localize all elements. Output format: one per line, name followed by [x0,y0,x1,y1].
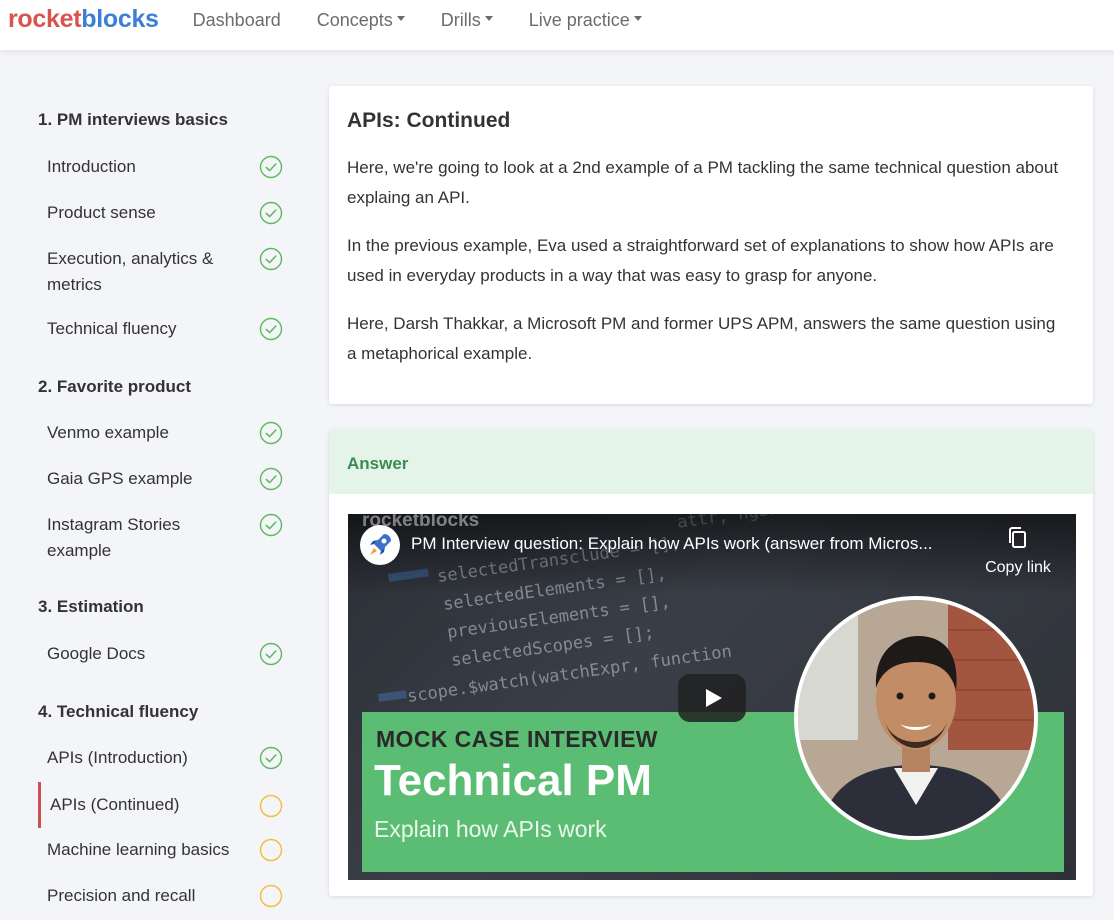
answer-card: Answer selectedTransclude = [], selected… [329,430,1093,896]
intro-paragraph: In the previous example, Eva used a stra… [347,236,1054,285]
sidebar-item-google-docs[interactable]: Google Docs [38,641,290,667]
sidebar-item-label: APIs (Introduction) [47,748,188,767]
caret-down-icon [633,16,642,21]
sidebar-item-label: Execution, analytics & metrics [47,249,214,294]
nav-dashboard-label: Dashboard [192,10,281,30]
answer-header: Answer [329,430,1093,494]
sidebar-item-machine-learning-basics[interactable]: Machine learning basics [38,837,290,863]
sidebar-item-apis-introduction[interactable]: APIs (Introduction) [38,745,290,771]
nav-concepts-label: Concepts [316,10,393,30]
sidebar-item-label: Introduction [47,157,136,176]
check-circle-icon [259,201,283,225]
banner-title: Technical PM [374,756,652,805]
intro-paragraph: Here, we're going to look at a 2nd examp… [347,158,1059,207]
section-heading: 2. Favorite product [38,377,192,396]
section-heading: 1. PM interviews basics [38,110,228,129]
check-circle-icon [259,642,283,666]
presenter-portrait [794,596,1038,840]
sidebar-item-label: Product sense [47,203,156,222]
nav-live-practice-label: Live practice [528,10,630,30]
play-icon [706,689,722,707]
logo-part-blocks: blocks [81,5,159,33]
answer-label: Answer [347,454,409,473]
caret-down-icon [396,16,405,21]
play-button[interactable] [678,674,746,722]
page-title: APIs: Continued [347,109,511,132]
check-circle-icon [259,746,283,770]
sidebar-item-label: Gaia GPS example [47,469,193,488]
banner-heading: MOCK CASE INTERVIEW [376,726,658,752]
intro-paragraph: Here, Darsh Thakkar, a Microsoft PM and … [347,314,1056,363]
sidebar-item-execution-analytics-metrics[interactable]: Execution, analytics & metrics [38,246,290,298]
sidebar-item-label: Precision and recall [47,886,196,905]
nav-concepts-dropdown[interactable]: Concepts [317,10,405,31]
sidebar-item-label: Technical fluency [47,319,177,338]
empty-circle-icon [259,838,283,862]
nav-drills-label: Drills [440,10,481,30]
channel-avatar[interactable] [360,525,400,565]
empty-circle-icon [259,794,283,817]
logo-part-rocket: rocket [8,5,82,33]
nav-dashboard[interactable]: Dashboard [193,10,281,31]
check-circle-icon [259,513,283,537]
section-heading: 3. Estimation [38,597,144,616]
rocket-icon [370,534,391,555]
sidebar-item-gaia-gps-example[interactable]: Gaia GPS example [38,466,290,492]
copy-link-label: Copy link [985,559,1051,576]
sidebar-item-label: Google Docs [47,644,146,663]
copy-link-button[interactable]: Copy link [974,526,1062,577]
sidebar-item-label: Machine learning basics [47,840,230,859]
check-circle-icon [259,247,283,271]
nav-live-practice-dropdown[interactable]: Live practice [529,10,642,31]
top-navbar: rocketblocks Dashboard Concepts Drills L… [0,0,1114,50]
sidebar-item-product-sense[interactable]: Product sense [38,200,290,226]
sidebar-item-instagram-stories-example[interactable]: Instagram Stories example [38,512,290,564]
rocketblocks-logo[interactable]: rocketblocks [8,5,159,34]
sidebar-item-label: Venmo example [47,423,169,442]
sidebar-item-venmo-example[interactable]: Venmo example [38,420,290,446]
copy-icon [1009,527,1026,548]
check-circle-icon [259,467,283,491]
section-heading: 4. Technical fluency [38,702,199,721]
banner-subtitle: Explain how APIs work [374,816,607,842]
sidebar-item-apis-continued[interactable]: APIs (Continued) [38,782,290,828]
caret-down-icon [484,16,493,21]
sidebar-item-precision-and-recall[interactable]: Precision and recall [38,883,290,909]
lesson-intro-card: APIs: Continued Here, we're going to loo… [329,86,1093,404]
sidebar-item-label: APIs (Continued) [50,795,180,814]
course-sidebar: 1. PM interviews basics Introduction Pro… [0,50,310,920]
video-title[interactable]: PM Interview question: Explain how APIs … [411,534,971,554]
check-circle-icon [259,317,283,341]
sidebar-item-introduction[interactable]: Introduction [38,154,290,180]
video-player[interactable]: selectedTransclude = [], selectedElement… [348,514,1076,880]
sidebar-item-label: Instagram Stories example [47,515,181,560]
empty-circle-icon [259,884,283,908]
check-circle-icon [259,421,283,445]
sidebar-item-technical-fluency[interactable]: Technical fluency [38,316,290,342]
nav-drills-dropdown[interactable]: Drills [441,10,493,31]
check-circle-icon [259,155,283,179]
